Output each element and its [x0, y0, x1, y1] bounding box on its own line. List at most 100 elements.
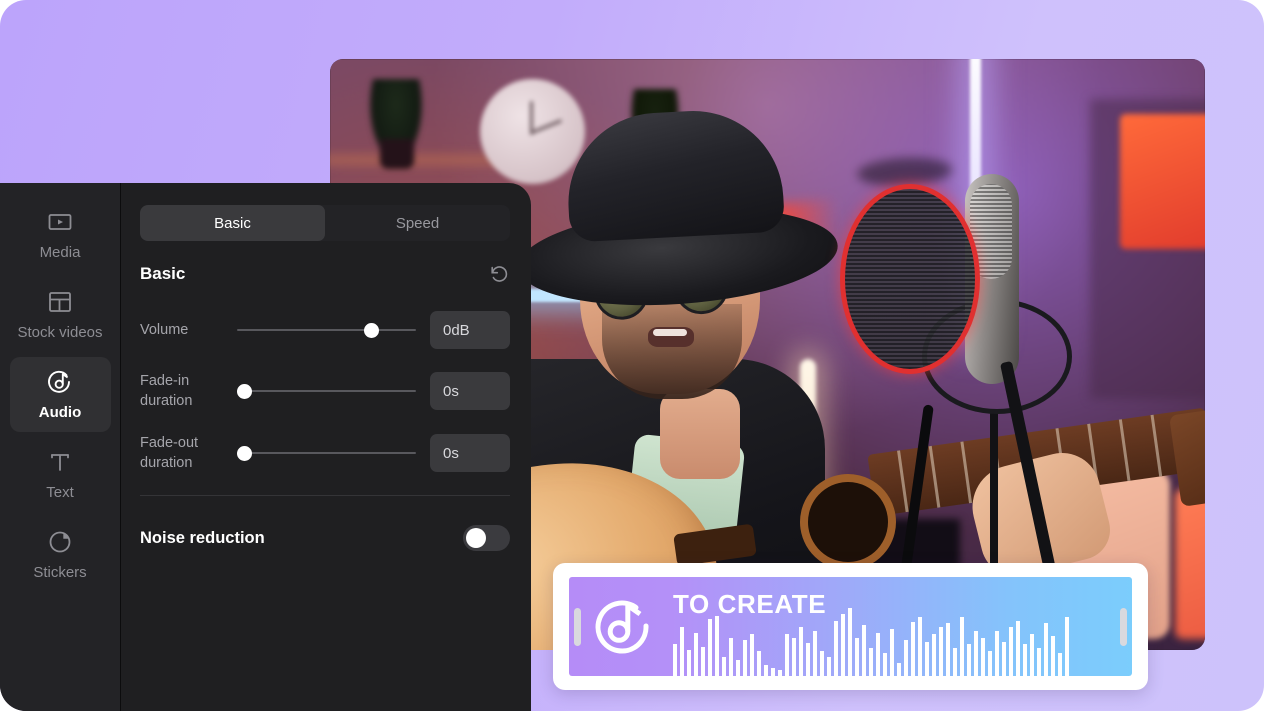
- fade-in-slider[interactable]: [237, 381, 416, 401]
- waveform-bar: [1037, 647, 1041, 676]
- audio-note-icon: [46, 368, 74, 396]
- control-label: Fade-in duration: [140, 373, 193, 409]
- waveform-bar: [918, 617, 922, 676]
- sidebar-item-media[interactable]: Media: [10, 197, 111, 272]
- waveform-bar: [953, 647, 957, 676]
- waveform-bar: [813, 630, 817, 676]
- control-row-fade-out: Fade-out duration 0s: [140, 433, 510, 473]
- editor-panel: Media Stock videos Audio Text Stickers B…: [0, 183, 531, 711]
- waveform-bar: [995, 630, 999, 676]
- fade-out-value[interactable]: 0s: [430, 434, 510, 472]
- waveform-bar: [841, 613, 845, 676]
- sidebar-item-text[interactable]: Text: [10, 437, 111, 512]
- waveform-bar: [883, 653, 887, 676]
- audio-note-icon: [589, 593, 655, 659]
- waveform-bar: [1044, 623, 1048, 676]
- sidebar-item-label: Text: [46, 484, 74, 501]
- waveform-bar: [673, 643, 677, 676]
- waveform-bar: [932, 634, 936, 676]
- waveform-bar: [946, 623, 950, 676]
- section-divider: [140, 495, 510, 496]
- noise-reduction-toggle[interactable]: [463, 525, 510, 551]
- waveform-bar: [827, 657, 831, 676]
- sidebar-item-label: Stickers: [33, 564, 87, 581]
- waveform-bar: [974, 630, 978, 676]
- slider-track: [237, 390, 416, 392]
- waveform-bar: [729, 638, 733, 676]
- waveform-bar: [967, 643, 971, 676]
- audio-clip-card[interactable]: TO CREATE: [553, 563, 1148, 690]
- waveform-bar: [1009, 626, 1013, 676]
- waveform-bar: [890, 628, 894, 676]
- sidebar-item-label: Media: [39, 244, 81, 261]
- slider-thumb[interactable]: [237, 446, 252, 461]
- tab-bar: Basic Speed: [140, 205, 510, 241]
- left-sidebar: Media Stock videos Audio Text Stickers: [0, 183, 121, 711]
- waveform-bar: [1051, 636, 1055, 676]
- fade-out-slider[interactable]: [237, 443, 416, 463]
- waveform-bar: [1002, 642, 1006, 676]
- waveform-bar: [694, 632, 698, 676]
- waveform-bar: [1023, 643, 1027, 676]
- waveform-bar: [792, 638, 796, 676]
- reset-undo-icon[interactable]: [488, 263, 510, 285]
- audio-waveform: [673, 606, 1124, 676]
- sidebar-item-stickers[interactable]: Stickers: [10, 517, 111, 592]
- waveform-bar: [1030, 634, 1034, 676]
- text-t-icon: [46, 448, 74, 476]
- waveform-bar: [806, 642, 810, 676]
- waveform-bar: [820, 651, 824, 676]
- waveform-bar: [736, 659, 740, 676]
- tab-basic[interactable]: Basic: [140, 205, 325, 241]
- waveform-bar: [680, 626, 684, 676]
- noise-reduction-row: Noise reduction: [140, 518, 510, 558]
- stock-videos-layout-icon: [46, 288, 74, 316]
- waveform-bar: [925, 642, 929, 676]
- waveform-bar: [764, 664, 768, 676]
- waveform-bar: [750, 634, 754, 676]
- sidebar-item-stock-videos[interactable]: Stock videos: [10, 277, 111, 352]
- waveform-bar: [911, 622, 915, 676]
- waveform-bar: [799, 626, 803, 676]
- waveform-bar: [715, 615, 719, 676]
- control-row-volume: Volume 0dB: [140, 311, 510, 349]
- sidebar-item-label: Audio: [38, 404, 82, 421]
- waveform-bar: [981, 638, 985, 676]
- trim-handle-left[interactable]: [574, 607, 581, 646]
- waveform-bar: [834, 621, 838, 676]
- sidebar-item-label: Stock videos: [17, 324, 103, 341]
- media-video-icon: [46, 208, 74, 236]
- hat-crown: [563, 106, 953, 243]
- noise-reduction-label: Noise reduction: [140, 529, 265, 547]
- waveform-bar: [771, 668, 775, 676]
- waveform-bar: [701, 646, 705, 676]
- app-root: Media Stock videos Audio Text Stickers B…: [0, 0, 1264, 711]
- waveform-bar: [862, 625, 866, 676]
- toggle-knob: [466, 528, 486, 548]
- waveform-bar: [1065, 617, 1069, 676]
- fade-in-value[interactable]: 0s: [430, 372, 510, 410]
- waveform-bar: [848, 608, 852, 676]
- volume-slider[interactable]: [237, 320, 416, 340]
- slider-thumb[interactable]: [363, 323, 379, 338]
- audio-clip-body[interactable]: TO CREATE: [569, 577, 1132, 676]
- waveform-bar: [757, 651, 761, 676]
- waveform-bar: [722, 657, 726, 676]
- waveform-bar: [708, 619, 712, 676]
- waveform-bar: [687, 649, 691, 676]
- musician-mouth: [648, 327, 694, 347]
- waveform-bar: [855, 638, 859, 676]
- sidebar-item-audio[interactable]: Audio: [9, 357, 111, 432]
- section-title: Basic: [140, 264, 186, 283]
- slider-thumb[interactable]: [237, 384, 252, 399]
- slider-track: [237, 452, 416, 454]
- waveform-bar: [904, 640, 908, 676]
- section-header: Basic: [140, 263, 510, 285]
- waveform-bar: [876, 632, 880, 676]
- waveform-bar: [869, 647, 873, 676]
- volume-value[interactable]: 0dB: [430, 311, 510, 349]
- slider-track: [237, 329, 416, 331]
- control-label: Fade-out duration: [140, 435, 199, 471]
- waveform-bar: [939, 626, 943, 676]
- tab-speed[interactable]: Speed: [325, 205, 510, 241]
